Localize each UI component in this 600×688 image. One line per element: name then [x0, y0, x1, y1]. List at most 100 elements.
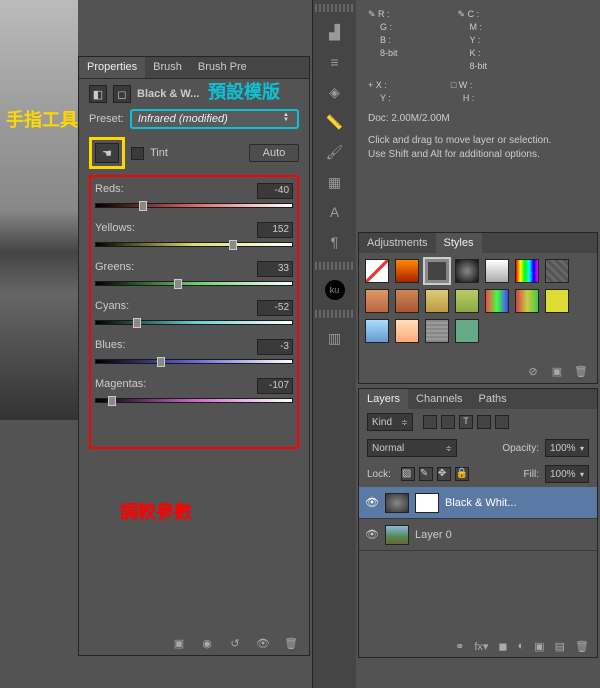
- reset-icon[interactable]: ↺: [227, 637, 243, 651]
- measure-icon[interactable]: 📏: [325, 112, 345, 132]
- properties-footer: ▣ ◉ ↺ 👁 🗑: [171, 637, 299, 651]
- new-layer-icon[interactable]: ▤: [555, 640, 565, 653]
- style-swatch[interactable]: [485, 259, 509, 283]
- lock-transparent-icon[interactable]: ▨: [401, 467, 415, 481]
- style-swatch-selected[interactable]: [425, 259, 449, 283]
- slider-track[interactable]: [95, 398, 293, 403]
- paragraph-icon[interactable]: ¶: [325, 232, 345, 252]
- style-swatch[interactable]: [515, 289, 539, 313]
- style-swatch[interactable]: [485, 289, 509, 313]
- lock-position-icon[interactable]: ✥: [437, 467, 451, 481]
- fill-input[interactable]: 100%▾: [545, 465, 589, 483]
- slider-track[interactable]: [95, 320, 293, 325]
- grid-icon[interactable]: ▥: [325, 328, 345, 348]
- visibility-icon[interactable]: 👁: [255, 637, 271, 651]
- kuler-icon[interactable]: ku: [325, 280, 345, 300]
- tab-channels[interactable]: Channels: [408, 389, 470, 409]
- targeted-adjustment-tool[interactable]: ☚: [95, 143, 119, 163]
- style-swatch[interactable]: [455, 259, 479, 283]
- grip-icon[interactable]: [315, 4, 355, 12]
- filter-pixel-icon[interactable]: [423, 415, 437, 429]
- tab-properties[interactable]: Properties: [79, 57, 145, 78]
- clear-style-icon[interactable]: ⊘: [525, 365, 541, 379]
- visibility-toggle-icon[interactable]: 👁: [365, 496, 379, 510]
- slider-thumb[interactable]: [157, 357, 165, 367]
- style-swatch[interactable]: [365, 289, 389, 313]
- prev-state-icon[interactable]: ◉: [199, 637, 215, 651]
- filter-shape-icon[interactable]: [477, 415, 491, 429]
- 3d-icon[interactable]: ◈: [325, 82, 345, 102]
- style-swatch[interactable]: [425, 319, 449, 343]
- mask-icon[interactable]: ◼: [498, 640, 507, 653]
- layer-name[interactable]: Black & Whit...: [445, 497, 517, 509]
- notes-icon[interactable]: ≡: [325, 52, 345, 72]
- mask-thumb[interactable]: [415, 493, 439, 513]
- slider-thumb[interactable]: [139, 201, 147, 211]
- visibility-toggle-icon[interactable]: 👁: [365, 528, 379, 542]
- style-swatch[interactable]: [365, 319, 389, 343]
- style-swatch[interactable]: [455, 289, 479, 313]
- adjustment-icon: ◧: [89, 85, 107, 103]
- tab-styles[interactable]: Styles: [436, 233, 482, 253]
- tint-checkbox[interactable]: [131, 147, 144, 160]
- tab-brush-presets[interactable]: Brush Pre: [190, 57, 255, 78]
- slider-value-input[interactable]: -107: [257, 378, 293, 394]
- slider-value-input[interactable]: 33: [257, 261, 293, 277]
- style-swatch[interactable]: [425, 289, 449, 313]
- layer-row[interactable]: 👁 Black & Whit...: [359, 487, 597, 519]
- preset-dropdown[interactable]: Infrared (modified) ▲▼: [130, 109, 299, 129]
- slider-thumb[interactable]: [108, 396, 116, 406]
- new-style-icon[interactable]: ▣: [549, 365, 565, 379]
- trash-icon[interactable]: 🗑: [573, 365, 589, 379]
- lock-all-icon[interactable]: 🔒: [455, 467, 469, 481]
- tab-brush[interactable]: Brush: [145, 57, 190, 78]
- swatch-strip-icon[interactable]: ▦: [325, 172, 345, 192]
- slider-value-input[interactable]: -52: [257, 300, 293, 316]
- clip-icon[interactable]: ▣: [171, 637, 187, 651]
- grip-icon[interactable]: [315, 262, 355, 270]
- slider-value-input[interactable]: -40: [257, 183, 293, 199]
- filter-adjust-icon[interactable]: [441, 415, 455, 429]
- opacity-input[interactable]: 100%▾: [545, 439, 589, 457]
- link-layers-icon[interactable]: ⚭: [455, 640, 464, 653]
- type-icon[interactable]: A: [325, 202, 345, 222]
- brush-strip-icon[interactable]: 🖌: [325, 142, 345, 162]
- style-swatch[interactable]: [395, 289, 419, 313]
- fill-adjust-icon[interactable]: ◐: [518, 640, 525, 653]
- layer-name[interactable]: Layer 0: [415, 529, 452, 541]
- lock-image-icon[interactable]: ✎: [419, 467, 433, 481]
- style-swatch[interactable]: [545, 259, 569, 283]
- style-none[interactable]: [365, 259, 389, 283]
- filter-kind-dropdown[interactable]: Kind≑: [367, 413, 413, 431]
- filter-smart-icon[interactable]: [495, 415, 509, 429]
- slider-track[interactable]: [95, 242, 293, 247]
- auto-button[interactable]: Auto: [249, 144, 299, 162]
- fx-icon[interactable]: fx▾: [474, 640, 488, 653]
- slider-value-input[interactable]: 152: [257, 222, 293, 238]
- grip-icon[interactable]: [315, 310, 355, 318]
- slider-thumb[interactable]: [133, 318, 141, 328]
- style-swatch[interactable]: [545, 289, 569, 313]
- layer-row[interactable]: 👁 Layer 0: [359, 519, 597, 551]
- slider-thumb[interactable]: [229, 240, 237, 250]
- trash-icon[interactable]: 🗑: [283, 637, 299, 651]
- histogram-icon[interactable]: ▟: [325, 22, 345, 42]
- tab-paths[interactable]: Paths: [471, 389, 515, 409]
- slider-value-input[interactable]: -3: [257, 339, 293, 355]
- slider-track[interactable]: [95, 203, 293, 208]
- style-swatch[interactable]: [395, 319, 419, 343]
- slider-track[interactable]: [95, 281, 293, 286]
- filter-type-icon[interactable]: T: [459, 415, 473, 429]
- tab-adjustments[interactable]: Adjustments: [359, 233, 436, 253]
- style-swatch[interactable]: [455, 319, 479, 343]
- slider-cyans: Cyans:-52: [95, 300, 293, 325]
- style-swatch[interactable]: [395, 259, 419, 283]
- trash-icon[interactable]: 🗑: [575, 640, 589, 653]
- blend-mode-dropdown[interactable]: Normal≑: [367, 439, 457, 457]
- mask-icon[interactable]: ◻: [113, 85, 131, 103]
- style-swatch[interactable]: [515, 259, 539, 283]
- group-icon[interactable]: ▣: [534, 640, 544, 653]
- slider-track[interactable]: [95, 359, 293, 364]
- tab-layers[interactable]: Layers: [359, 389, 408, 409]
- slider-thumb[interactable]: [174, 279, 182, 289]
